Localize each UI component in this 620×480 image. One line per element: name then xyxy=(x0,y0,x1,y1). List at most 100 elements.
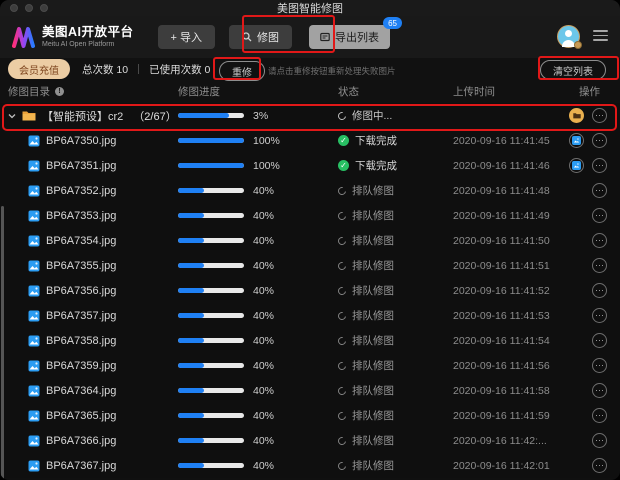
upload-time: 2020-09-16 11:41:58 xyxy=(453,385,563,397)
table-row[interactable]: BP6A7365.jpg 40% 排队修图 2020-09-16 11:41:5… xyxy=(0,403,620,428)
image-file-icon xyxy=(28,335,40,347)
progress-percent: 40% xyxy=(253,335,274,347)
file-name: BP6A7359.jpg xyxy=(46,360,116,372)
zoom-button[interactable] xyxy=(40,4,48,12)
export-list-button[interactable]: 导出列表 65 xyxy=(309,25,390,49)
more-actions-icon[interactable] xyxy=(592,383,607,398)
close-button[interactable] xyxy=(10,4,18,12)
redo-button[interactable]: 重修 xyxy=(219,61,265,81)
status-text: 排队修图 xyxy=(352,183,394,198)
divider xyxy=(138,64,139,74)
status-queued-icon xyxy=(336,385,347,396)
table-row[interactable]: BP6A7366.jpg 40% 排队修图 2020-09-16 11:42:.… xyxy=(0,428,620,453)
folder-name: 【智能预设】cr2 xyxy=(42,108,123,124)
status-done-icon: ✓ xyxy=(338,135,349,146)
progress-bar xyxy=(178,363,244,368)
image-file-icon xyxy=(28,135,40,147)
progress-bar xyxy=(178,163,244,168)
table-row[interactable]: BP6A7359.jpg 40% 排队修图 2020-09-16 11:41:5… xyxy=(0,353,620,378)
status-text: 下载完成 xyxy=(355,158,397,173)
status-text: 排队修图 xyxy=(352,333,394,348)
table-row[interactable]: BP6A7351.jpg 100% ✓ 下载完成 2020-09-16 11:4… xyxy=(0,153,620,178)
progress-bar xyxy=(178,188,244,193)
folder-row[interactable]: 【智能预设】cr2 （2/67） 3% 修图中... xyxy=(0,103,620,128)
progress-percent: 3% xyxy=(253,110,268,122)
file-name: BP6A7352.jpg xyxy=(46,185,116,197)
upload-time: 2020-09-16 11:41:56 xyxy=(453,360,563,372)
more-actions-icon[interactable] xyxy=(592,183,607,198)
more-actions-icon[interactable] xyxy=(592,358,607,373)
image-file-icon xyxy=(28,235,40,247)
file-name: BP6A7356.jpg xyxy=(46,285,116,297)
status-text: 排队修图 xyxy=(352,258,394,273)
window-title: 美图智能修图 xyxy=(277,0,343,16)
info-icon[interactable]: ! xyxy=(55,87,64,96)
hamburger-menu-icon[interactable] xyxy=(593,30,608,41)
scrollbar-track[interactable] xyxy=(1,206,4,480)
progress-percent: 40% xyxy=(253,235,274,247)
total-count-label: 总次数 10 xyxy=(82,62,128,77)
table-row[interactable]: BP6A7364.jpg 40% 排队修图 2020-09-16 11:41:5… xyxy=(0,378,620,403)
table-row[interactable]: BP6A7367.jpg 40% 排队修图 2020-09-16 11:42:0… xyxy=(0,453,620,478)
retouch-button[interactable]: 修图 xyxy=(229,25,292,49)
progress-bar xyxy=(178,413,244,418)
export-list-icon xyxy=(320,32,330,42)
file-name: BP6A7358.jpg xyxy=(46,335,116,347)
more-actions-icon[interactable] xyxy=(592,108,607,123)
image-file-icon xyxy=(28,360,40,372)
minimize-button[interactable] xyxy=(25,4,33,12)
status-done-icon: ✓ xyxy=(338,160,349,171)
table-row[interactable]: BP6A7355.jpg 40% 排队修图 2020-09-16 11:41:5… xyxy=(0,253,620,278)
more-actions-icon[interactable] xyxy=(592,458,607,473)
chevron-down-icon[interactable] xyxy=(8,112,16,120)
brand-block: 美图AI开放平台 Meitu AI Open Platform xyxy=(42,26,134,48)
open-image-icon[interactable] xyxy=(569,133,584,148)
more-actions-icon[interactable] xyxy=(592,133,607,148)
progress-percent: 100% xyxy=(253,160,280,172)
progress-bar xyxy=(178,388,244,393)
open-image-icon[interactable] xyxy=(569,158,584,173)
upload-time: 2020-09-16 11:41:50 xyxy=(453,235,563,247)
more-actions-icon[interactable] xyxy=(592,308,607,323)
progress-percent: 40% xyxy=(253,360,274,372)
progress-percent: 100% xyxy=(253,135,280,147)
upload-time: 2020-09-16 11:41:48 xyxy=(453,185,563,197)
more-actions-icon[interactable] xyxy=(592,208,607,223)
used-count-label: 已使用次数 0 xyxy=(149,62,210,77)
file-name: BP6A7354.jpg xyxy=(46,235,116,247)
file-name: BP6A7353.jpg xyxy=(46,210,116,222)
table-row[interactable]: BP6A7350.jpg 100% ✓ 下载完成 2020-09-16 11:4… xyxy=(0,128,620,153)
status-queued-icon xyxy=(336,335,347,346)
member-level-badge-icon xyxy=(574,41,582,49)
table-header: 修图目录 ! 修图进度 状态 上传时间 操作 xyxy=(0,80,620,103)
recharge-button[interactable]: 会员充值 xyxy=(8,59,70,79)
user-avatar[interactable] xyxy=(557,25,580,48)
col-header-name: 修图目录 xyxy=(8,84,50,99)
table-row[interactable]: BP6A7357.jpg 40% 排队修图 2020-09-16 11:41:5… xyxy=(0,303,620,328)
image-file-icon xyxy=(28,185,40,197)
progress-percent: 40% xyxy=(253,410,274,422)
more-actions-icon[interactable] xyxy=(592,158,607,173)
table-row[interactable]: BP6A7358.jpg 40% 排队修图 2020-09-16 11:41:5… xyxy=(0,328,620,353)
more-actions-icon[interactable] xyxy=(592,283,607,298)
more-actions-icon[interactable] xyxy=(592,333,607,348)
more-actions-icon[interactable] xyxy=(592,258,607,273)
more-actions-icon[interactable] xyxy=(592,408,607,423)
more-actions-icon[interactable] xyxy=(592,433,607,448)
progress-bar xyxy=(178,338,244,343)
spinner-icon xyxy=(336,110,347,121)
status-text: 排队修图 xyxy=(352,383,394,398)
table-row[interactable]: BP6A7356.jpg 40% 排队修图 2020-09-16 11:41:5… xyxy=(0,278,620,303)
clear-list-button[interactable]: 清空列表 xyxy=(540,60,606,80)
status-queued-icon xyxy=(336,410,347,421)
table-row[interactable]: BP6A7352.jpg 40% 排队修图 2020-09-16 11:41:4… xyxy=(0,178,620,203)
table-row[interactable]: BP6A7354.jpg 40% 排队修图 2020-09-16 11:41:5… xyxy=(0,228,620,253)
progress-percent: 40% xyxy=(253,285,274,297)
table-row[interactable]: BP6A7353.jpg 40% 排队修图 2020-09-16 11:41:4… xyxy=(0,203,620,228)
more-actions-icon[interactable] xyxy=(592,233,607,248)
import-button[interactable]: + 导入 xyxy=(158,25,215,49)
upload-time: 2020-09-16 11:41:51 xyxy=(453,260,563,272)
col-header-status: 状态 xyxy=(338,84,453,99)
open-folder-icon[interactable] xyxy=(569,108,584,123)
upload-time: 2020-09-16 11:41:59 xyxy=(453,410,563,422)
